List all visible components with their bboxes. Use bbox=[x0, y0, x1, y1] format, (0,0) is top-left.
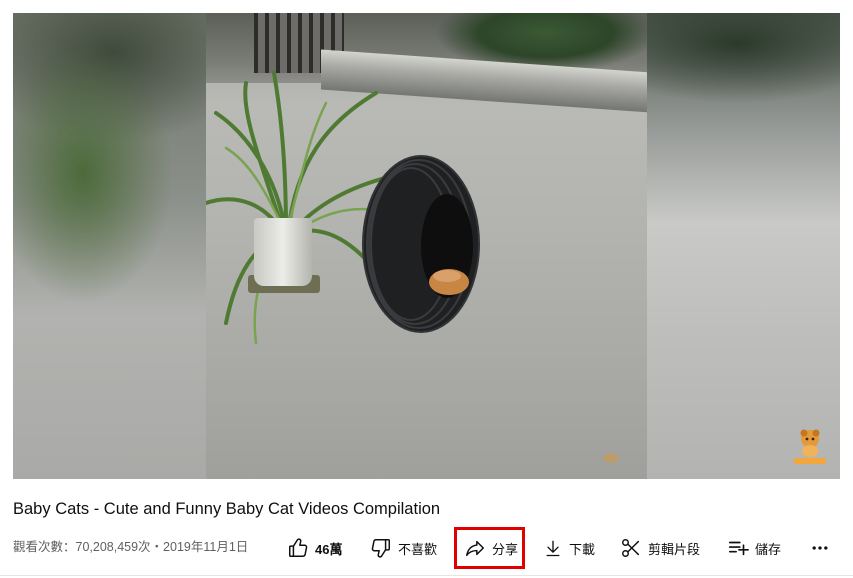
tire bbox=[362, 155, 480, 333]
share-button[interactable]: 分享 bbox=[464, 527, 518, 569]
video-frame[interactable] bbox=[206, 13, 647, 479]
thumbs-down-icon bbox=[371, 539, 390, 558]
video-title: Baby Cats - Cute and Funny Baby Cat Vide… bbox=[13, 500, 441, 518]
like-count: 46萬 bbox=[315, 541, 343, 557]
video-player[interactable] bbox=[13, 13, 840, 479]
more-actions-button[interactable] bbox=[810, 527, 830, 569]
plant-pot bbox=[254, 218, 312, 286]
dislike-button[interactable]: 不喜歡 bbox=[370, 527, 437, 569]
save-button[interactable]: 儲存 bbox=[727, 527, 781, 569]
video-watermark bbox=[603, 453, 619, 463]
dislike-label: 不喜歡 bbox=[398, 541, 438, 557]
download-button[interactable]: 下載 bbox=[543, 527, 595, 569]
clip-button[interactable]: 剪輯片段 bbox=[620, 527, 700, 569]
scissors-icon bbox=[622, 539, 640, 557]
share-arrow-icon bbox=[466, 540, 484, 557]
section-divider bbox=[0, 575, 853, 576]
download-icon bbox=[546, 540, 560, 557]
download-label: 下載 bbox=[569, 541, 596, 557]
channel-logo-watermark-icon bbox=[794, 429, 826, 464]
save-label: 儲存 bbox=[755, 541, 782, 557]
more-horizontal-icon bbox=[812, 546, 828, 550]
share-label: 分享 bbox=[492, 541, 519, 557]
video-blur-left-backdrop bbox=[13, 13, 206, 479]
playlist-add-icon bbox=[728, 541, 749, 556]
video-actions-bar: 46萬 不喜歡 分享 下載 剪輯片段 儲存 bbox=[283, 527, 843, 569]
video-view-count-and-date: 觀看次數：70,208,459次・2019年11月1日 bbox=[13, 540, 249, 554]
thumbs-up-icon bbox=[289, 538, 308, 557]
like-button[interactable]: 46萬 bbox=[287, 527, 342, 569]
video-blur-right-backdrop bbox=[647, 13, 840, 479]
clip-label: 剪輯片段 bbox=[648, 541, 701, 557]
youtube-watch-page: Baby Cats - Cute and Funny Baby Cat Vide… bbox=[0, 0, 853, 578]
